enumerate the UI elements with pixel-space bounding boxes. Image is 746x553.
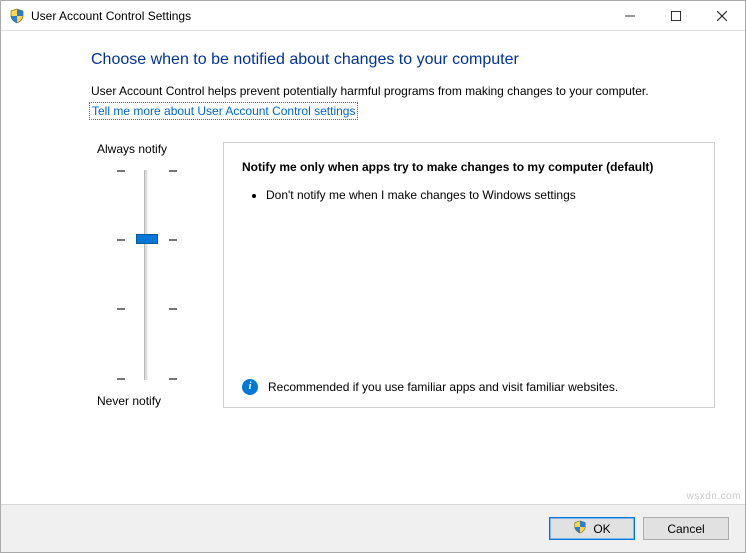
info-icon: i: [242, 379, 258, 395]
body-row: Always notify Never notify Notify me onl…: [91, 142, 715, 408]
watermark: wsxdn.com: [686, 491, 741, 502]
uac-shield-icon: [9, 8, 25, 24]
slider-label-bottom: Never notify: [97, 394, 161, 408]
level-bullet: Don't notify me when I make changes to W…: [266, 187, 696, 204]
minimize-button[interactable]: [607, 1, 653, 31]
slider-label-top: Always notify: [97, 142, 167, 156]
window-title: User Account Control Settings: [25, 9, 607, 23]
description-text: User Account Control helps prevent poten…: [91, 83, 715, 100]
level-description-panel: Notify me only when apps try to make cha…: [223, 142, 715, 408]
slider-column: Always notify Never notify: [91, 142, 201, 408]
help-link[interactable]: Tell me more about User Account Control …: [89, 102, 358, 120]
recommendation-text: Recommended if you use familiar apps and…: [268, 379, 618, 395]
notification-slider[interactable]: [116, 170, 176, 380]
button-bar: OK Cancel: [1, 504, 745, 552]
uac-shield-icon-small: [573, 520, 587, 537]
level-title: Notify me only when apps try to make cha…: [242, 159, 696, 175]
close-button[interactable]: [699, 1, 745, 31]
ok-button[interactable]: OK: [549, 517, 635, 540]
page-heading: Choose when to be notified about changes…: [91, 51, 715, 69]
level-bullet-list: Don't notify me when I make changes to W…: [252, 187, 696, 210]
recommendation-row: i Recommended if you use familiar apps a…: [242, 367, 696, 395]
maximize-button[interactable]: [653, 1, 699, 31]
ok-button-label: OK: [593, 522, 610, 536]
cancel-button[interactable]: Cancel: [643, 517, 729, 540]
content-area: Choose when to be notified about changes…: [1, 31, 745, 408]
title-bar: User Account Control Settings: [1, 1, 745, 31]
cancel-button-label: Cancel: [667, 522, 704, 536]
slider-thumb[interactable]: [136, 234, 158, 244]
